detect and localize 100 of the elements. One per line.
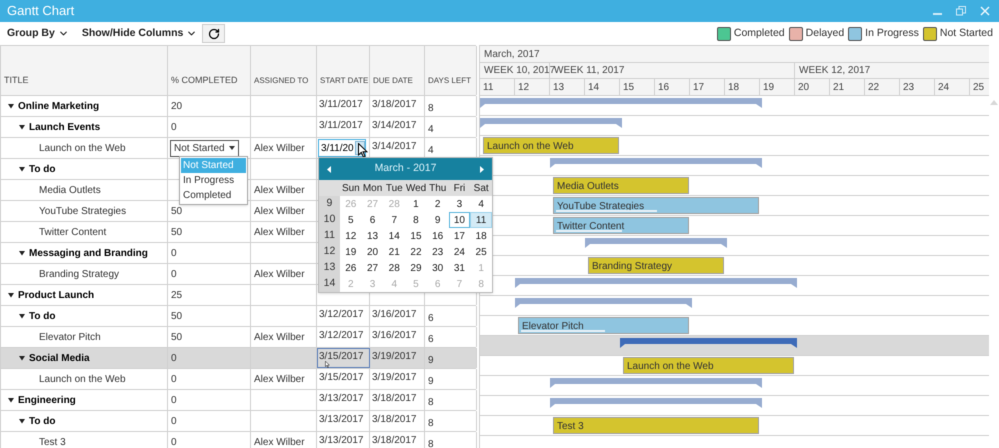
date-text: 3/15/2017 <box>319 371 364 385</box>
day-label: 15 <box>623 80 634 94</box>
percent-text: 50 <box>171 226 182 240</box>
date-text: 3/18/2017 <box>372 413 416 427</box>
percent-text: 0 <box>171 372 177 386</box>
week-label: WEEK 11, 2017 <box>554 64 624 78</box>
date-text: 3/18/2017 <box>372 98 416 112</box>
days-left-text: 8 <box>428 416 434 430</box>
day-label: 19 <box>763 80 774 94</box>
percent-text: 50 <box>171 330 182 344</box>
date-text: 3/11/2017 <box>319 98 363 112</box>
day-label: 20 <box>798 80 810 94</box>
task-title: Product Launch <box>18 288 94 302</box>
percent-text: 20 <box>171 100 182 114</box>
day-label: 23 <box>903 80 914 94</box>
task-title: Messaging and Branding <box>29 246 148 260</box>
task-title: Launch Events <box>29 120 100 134</box>
task-title: Twitter Content <box>39 226 106 240</box>
task-title: To do <box>29 162 56 176</box>
month-label: March, 2017 <box>484 48 540 62</box>
task-title: To do <box>29 310 56 324</box>
weekday-label: Tue <box>386 182 403 196</box>
percent-text: 0 <box>171 268 177 282</box>
date-text: 3/16/2017 <box>372 329 416 343</box>
days-left-text: 4 <box>428 144 434 158</box>
date-text: 3/14/2017 <box>372 119 416 133</box>
weekday-label: Wed <box>406 182 426 196</box>
assignee-text: Alex Wilber <box>254 204 305 218</box>
day-label: 11 <box>483 80 494 94</box>
assignee-text: Alex Wilber <box>254 330 305 344</box>
days-left-text: 6 <box>428 312 434 326</box>
day-label: 21 <box>833 80 844 94</box>
week-label: WEEK 12, 2017 <box>799 64 870 78</box>
day-label: 24 <box>938 80 950 94</box>
percent-text: 0 <box>171 246 177 260</box>
assignee-text: Alex Wilber <box>254 226 305 240</box>
day-label: 22 <box>868 80 880 94</box>
weekday-label: Fri <box>454 182 466 196</box>
task-title: To do <box>29 414 56 428</box>
legend-label: Completed <box>734 26 785 41</box>
task-title: Launch on the Web <box>39 142 126 156</box>
task-title: YouTube Strategies <box>39 204 126 218</box>
day-label: 18 <box>728 80 740 94</box>
date-text: 3/14/2017 <box>372 140 416 154</box>
task-title: Test 3 <box>39 436 66 448</box>
date-text: 3/12/2017 <box>319 329 364 343</box>
task-title: Social Media <box>29 352 90 366</box>
percent-text: 50 <box>171 204 182 218</box>
week-label: WEEK 10, 2017 <box>484 64 556 78</box>
task-title: Online Marketing <box>18 100 100 114</box>
task-title: Launch on the Web <box>39 372 126 386</box>
date-text: 3/18/2017 <box>372 434 416 448</box>
days-left-text: 4 <box>428 122 434 136</box>
window-title: Gantt Chart <box>7 2 74 20</box>
date-text: 3/13/2017 <box>319 392 364 406</box>
legend-label: Not Started <box>940 26 993 41</box>
task-title: Media Outlets <box>39 184 101 198</box>
percent-text: 0 <box>171 352 177 366</box>
percent-text: 50 <box>171 310 182 324</box>
task-title: Elevator Pitch <box>39 330 101 344</box>
day-label: 14 <box>588 80 600 94</box>
day-label: 16 <box>658 80 670 94</box>
days-left-text: 9 <box>428 354 434 368</box>
task-title: Branding Strategy <box>39 268 120 282</box>
day-label: 25 <box>973 80 984 94</box>
weekday-label: Sun <box>342 182 360 196</box>
legend-label: Delayed <box>806 26 844 41</box>
day-label: 13 <box>553 80 564 94</box>
day-label: 17 <box>693 80 704 94</box>
assignee-text: Alex Wilber <box>254 372 305 386</box>
weekday-label: Thu <box>429 182 446 196</box>
assignee-text: Alex Wilber <box>254 142 305 156</box>
date-text: 3/12/2017 <box>319 308 364 322</box>
percent-text: 0 <box>171 436 177 448</box>
days-left-text: 8 <box>428 396 434 410</box>
percent-text: 0 <box>171 394 177 408</box>
date-text: 3/19/2017 <box>372 350 416 364</box>
days-left-text: 6 <box>428 332 434 346</box>
percent-text: 25 <box>171 288 182 302</box>
days-left-text: 8 <box>428 102 434 116</box>
date-text: 3/13/2017 <box>319 413 364 427</box>
date-text: 3/11/2017 <box>319 119 363 133</box>
weekday-label: Sat <box>474 182 489 196</box>
date-text: 3/13/2017 <box>319 434 364 448</box>
days-left-text: 8 <box>428 438 434 448</box>
assignee-text: Alex Wilber <box>254 436 305 448</box>
day-label: 12 <box>518 80 530 94</box>
assignee-text: Alex Wilber <box>254 268 305 282</box>
percent-text: 0 <box>171 414 177 428</box>
assignee-text: Alex Wilber <box>254 184 305 198</box>
date-text: 3/16/2017 <box>372 308 416 322</box>
percent-text: 0 <box>171 120 177 134</box>
date-text: 3/15/2017 <box>319 350 364 364</box>
weekday-label: Mon <box>362 182 382 196</box>
days-left-text: 9 <box>428 374 434 388</box>
date-text: 3/19/2017 <box>372 371 416 385</box>
legend-label: In Progress <box>865 26 919 41</box>
date-text: 3/18/2017 <box>372 392 416 406</box>
week-number: 12 <box>324 244 336 260</box>
task-title: Engineering <box>18 394 76 408</box>
